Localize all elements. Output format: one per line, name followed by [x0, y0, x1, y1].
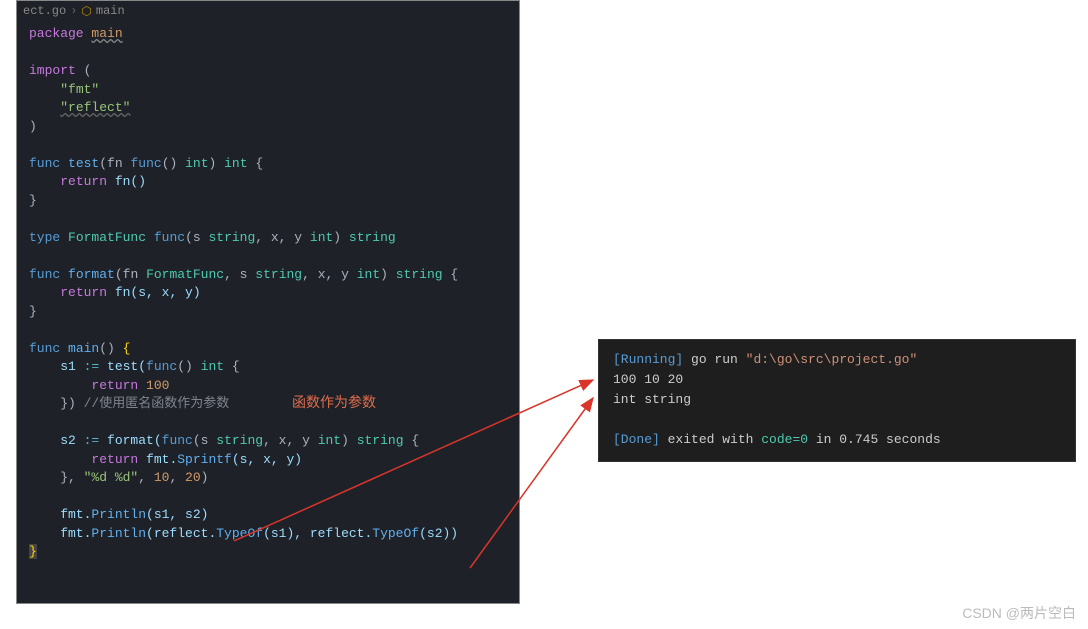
code-editor-panel: ect.go › ⬡ main package main import ( "f…: [16, 0, 520, 604]
terminal-output-2: int string: [613, 390, 1061, 410]
breadcrumb-symbol[interactable]: main: [96, 4, 125, 18]
breadcrumb[interactable]: ect.go › ⬡ main: [17, 1, 519, 21]
chevron-right-icon: ›: [70, 4, 77, 18]
watermark: CSDN @两片空白: [962, 603, 1076, 623]
terminal-line-running: [Running] go run "d:\go\src\project.go": [613, 350, 1061, 370]
breadcrumb-file[interactable]: ect.go: [23, 4, 66, 18]
code-area[interactable]: package main import ( "fmt" "reflect" ) …: [17, 21, 519, 566]
terminal-panel: [Running] go run "d:\go\src\project.go" …: [598, 339, 1076, 462]
terminal-output-1: 100 10 20: [613, 370, 1061, 390]
annotation-label: 函数作为参数: [292, 392, 376, 412]
symbol-icon: ⬡: [81, 4, 91, 19]
terminal-line-done: [Done] exited with code=0 in 0.745 secon…: [613, 430, 1061, 450]
